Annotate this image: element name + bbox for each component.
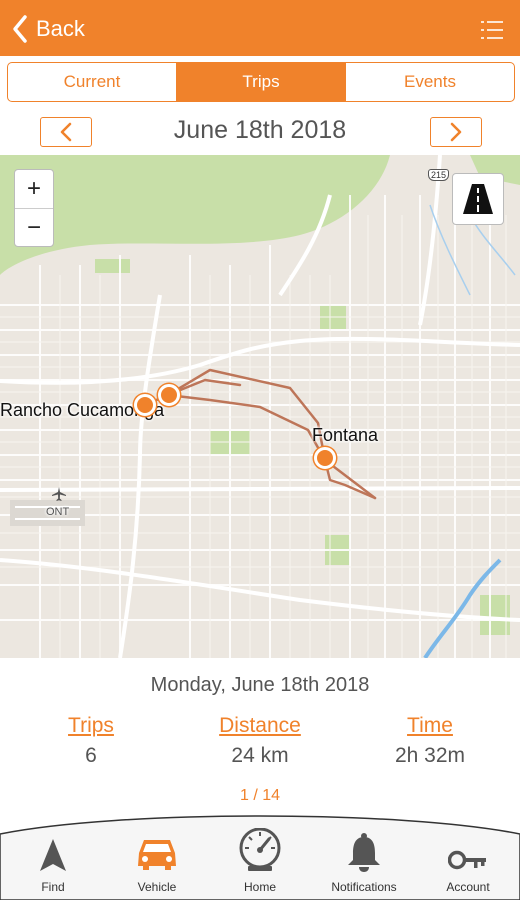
zoom-out-button[interactable]: − xyxy=(15,208,53,246)
distance-stat: Distance 24 km xyxy=(185,714,335,768)
distance-value: 24 km xyxy=(231,744,289,767)
nav-label-home: Home xyxy=(243,880,276,894)
road-icon xyxy=(463,184,493,214)
trips-stat: Trips 6 xyxy=(16,714,166,768)
bell-icon xyxy=(348,833,380,872)
previous-day-button[interactable] xyxy=(40,117,92,147)
trip-marker[interactable] xyxy=(134,394,156,416)
park-area xyxy=(95,259,130,273)
back-button[interactable]: Back xyxy=(10,12,85,46)
city-label-fontana: Fontana xyxy=(312,425,379,445)
nav-notifications[interactable]: Notifications xyxy=(314,828,414,898)
view-tabs: Current Trips Events xyxy=(7,62,515,102)
app-header: Back xyxy=(0,0,520,56)
trip-map[interactable]: + − 215 Rancho Cucamonga Fontana ONT xyxy=(0,155,520,658)
tab-trips[interactable]: Trips xyxy=(176,63,345,101)
airport-plane-icon xyxy=(52,487,66,501)
time-link[interactable]: Time xyxy=(355,714,505,738)
page-indicator: 1 / 14 xyxy=(239,787,281,804)
nav-label-account: Account xyxy=(446,880,490,894)
navigation-arrow-icon xyxy=(40,839,66,871)
trip-marker[interactable] xyxy=(314,447,336,469)
key-icon xyxy=(448,850,486,870)
road-layer-button[interactable] xyxy=(452,173,504,225)
date-title: June 18th 2018 xyxy=(173,116,347,144)
nav-home[interactable]: Home xyxy=(210,828,310,898)
trips-link[interactable]: Trips xyxy=(16,714,166,738)
chevron-right-icon xyxy=(450,122,462,142)
car-icon xyxy=(138,840,176,870)
time-stat: Time 2h 32m xyxy=(355,714,505,768)
nav-account[interactable]: Account xyxy=(418,828,518,898)
nav-label-notifications: Notifications xyxy=(331,880,397,894)
tab-current[interactable]: Current xyxy=(8,63,176,101)
nav-label-find: Find xyxy=(41,880,65,894)
mountain-park-area xyxy=(0,155,390,275)
summary-date: Monday, June 18th 2018 xyxy=(150,674,370,696)
tab-events[interactable]: Events xyxy=(345,63,514,101)
highway-shield: 215 xyxy=(428,169,450,181)
date-navigation: June 18th 2018 xyxy=(0,112,520,152)
nav-vehicle[interactable]: Vehicle xyxy=(107,828,207,898)
list-menu-icon[interactable] xyxy=(480,19,504,41)
trips-value: 6 xyxy=(85,744,97,767)
back-label: Back xyxy=(36,16,85,41)
zoom-in-button[interactable]: + xyxy=(15,170,53,208)
distance-link[interactable]: Distance xyxy=(185,714,335,738)
next-day-button[interactable] xyxy=(430,117,482,147)
trip-marker[interactable] xyxy=(158,384,180,406)
zoom-control: + − xyxy=(14,169,54,247)
nav-label-vehicle: Vehicle xyxy=(137,880,177,894)
nav-find[interactable]: Find xyxy=(3,828,103,898)
speedometer-icon xyxy=(239,828,281,871)
chevron-left-icon xyxy=(60,122,72,142)
chevron-left-icon xyxy=(13,15,27,43)
bottom-navigation: Find Vehicle Home Notifications Account xyxy=(0,808,520,900)
time-value: 2h 32m xyxy=(394,744,466,767)
airport-label: ONT xyxy=(46,506,70,518)
